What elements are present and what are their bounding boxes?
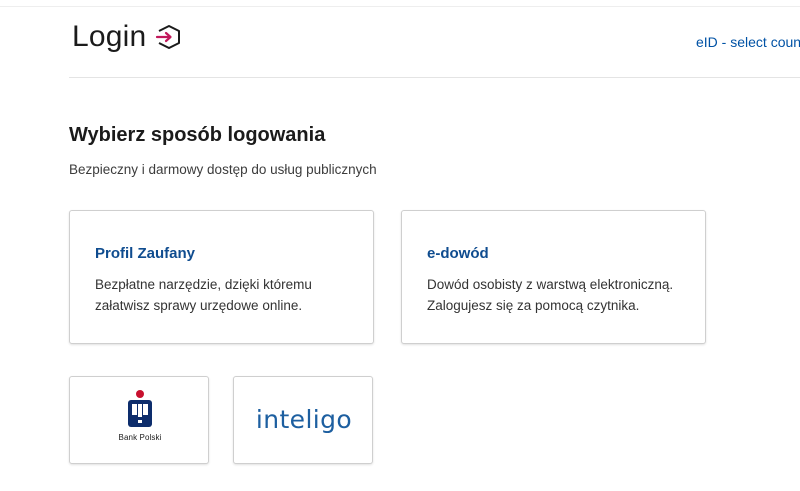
page-header: Login [72,20,183,54]
card-description-line: załatwisz sprawy urzędowe online. [95,298,303,313]
eid-select-country-link[interactable]: eID - select country [696,34,800,50]
login-icon [156,25,181,49]
page-title: Login [72,20,147,53]
login-page: Login eID - select country Wybierz sposó… [0,0,800,491]
header-divider [69,77,800,78]
card-title: e-dowód [427,245,489,262]
top-border [0,6,800,7]
bank-name-caption: Bank Polski [118,433,162,442]
section-heading: Wybierz sposób logowania [69,124,326,146]
section-subtitle: Bezpieczny i darmowy dostęp do usług pub… [69,162,377,177]
pko-piggy-icon [128,390,152,427]
card-description-line: Zalogujesz się za pomocą czytnika. [427,298,640,313]
card-description-line: Dowód osobisty z warstwą elektroniczną. [427,277,674,292]
card-description-line: Bezpłatne narzędzie, dzięki któremu [95,277,312,292]
e-dowod-card[interactable]: e-dowód Dowód osobisty z warstwą elektro… [401,210,706,344]
card-title: Profil Zaufany [95,245,196,262]
inteligo-logo: inteligo [255,405,353,434]
inteligo-card[interactable]: inteligo [233,376,373,464]
profil-zaufany-card[interactable]: Profil Zaufany Bezpłatne narzędzie, dzię… [69,210,374,344]
pko-bank-polski-card[interactable]: Bank Polski [69,376,209,464]
pko-bank-polski-logo: Bank Polski [70,389,210,442]
